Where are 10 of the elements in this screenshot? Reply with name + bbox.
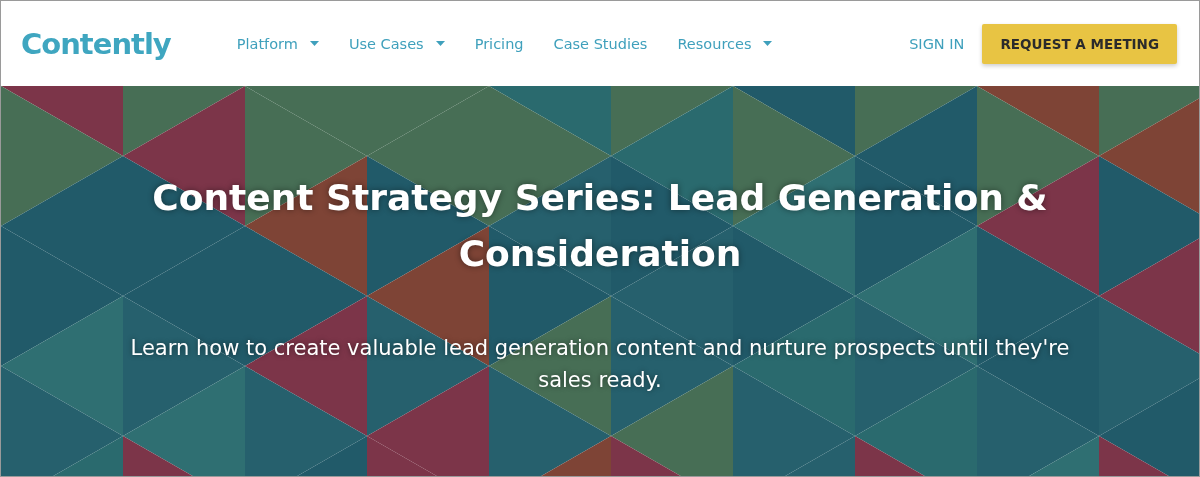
nav-link[interactable]: Resources <box>677 35 773 52</box>
nav-link[interactable]: Use Cases <box>348 35 445 52</box>
hero-subtitle: Learn how to create valuable lead generation content and nurture prospects until they're sales ready. <box>129 335 1071 394</box>
nav-link[interactable]: Pricing <box>474 35 524 52</box>
logo[interactable]: Contently <box>21 26 171 61</box>
sign-in-link[interactable]: SIGN IN <box>909 35 965 52</box>
request-meeting-button[interactable]: REQUEST A MEETING <box>982 23 1177 64</box>
nav-link[interactable]: Platform <box>236 35 319 52</box>
nav-link[interactable]: Case Studies <box>553 35 648 52</box>
hero-title: Content Strategy Series: Lead Generation & Consideration <box>151 176 1049 276</box>
